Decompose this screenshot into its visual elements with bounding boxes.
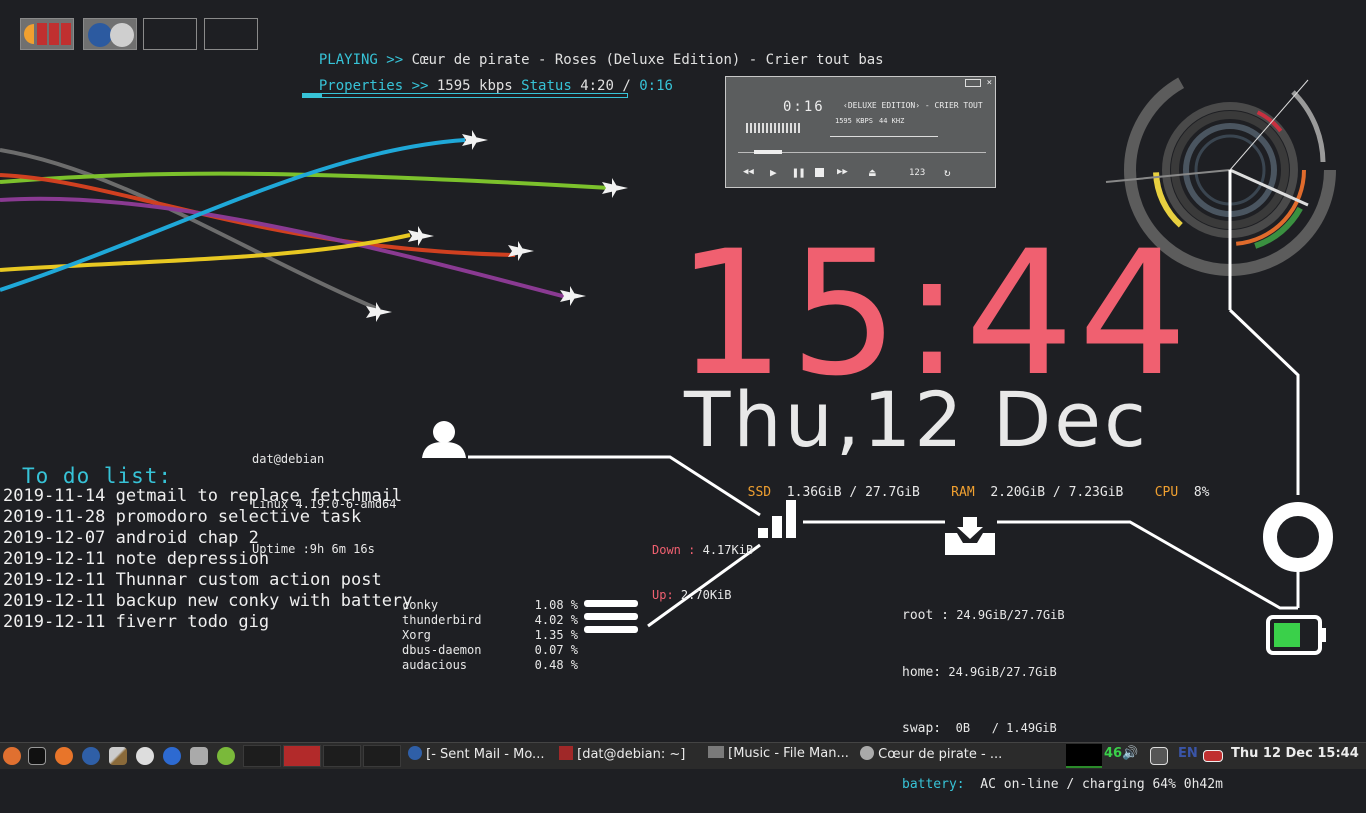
keyboard-layout[interactable]: EN: [1178, 746, 1198, 766]
brush-icon[interactable]: [109, 747, 127, 765]
todo-item: 2019-11-14 getmail to replace fetchmail: [3, 486, 403, 506]
process-cpu: 1.35 %: [534, 628, 578, 642]
folder-icon: [708, 746, 724, 758]
network-monitor-icon[interactable]: [1150, 747, 1168, 765]
pager-workspace-4[interactable]: [363, 745, 401, 767]
process-row: thunderbird 4.02 %: [402, 613, 578, 628]
todo-item: 2019-12-07 android chap 2: [3, 528, 259, 548]
bluetooth-icon[interactable]: [163, 747, 181, 765]
volume-icon[interactable]: 🔊: [1122, 746, 1138, 766]
todo-list: 2019-11-14 getmail to replace fetchmail 2…: [3, 486, 412, 633]
process-row: dbus-daemon 0.07 %: [402, 643, 578, 658]
task-file-manager[interactable]: [Music - File Man...: [708, 746, 849, 766]
pager-workspace-1[interactable]: [243, 745, 281, 767]
process-name: dbus-daemon: [402, 643, 482, 657]
download-tray-icon: [945, 517, 995, 555]
battery-icon: [1266, 615, 1326, 655]
cpu-graph: [1066, 744, 1102, 768]
todo-item: 2019-12-11 note depression: [3, 549, 270, 569]
android-icon[interactable]: [217, 747, 235, 765]
task-audacious[interactable]: Cœur de pirate - ...: [860, 746, 1002, 766]
thunderbird-icon: [408, 746, 422, 760]
taskbar-clock[interactable]: Thu 12 Dec 15:44: [1231, 746, 1359, 766]
todo-item: 2019-12-11 Thunnar custom action post: [3, 570, 382, 590]
process-row: audacious 0.48 %: [402, 658, 578, 673]
process-cpu: 1.08 %: [534, 598, 578, 612]
signal-bars-icon: [758, 500, 796, 538]
task-terminal[interactable]: [dat@debian: ~]: [559, 746, 685, 766]
todo-item: 2019-12-11 backup new conky with battery: [3, 591, 413, 611]
audacious-icon: [860, 746, 874, 760]
process-name: audacious: [402, 658, 468, 672]
terminal-icon: [559, 746, 573, 760]
volume-level: 46: [1104, 746, 1123, 761]
disk-info: root : 24.9GiB/27.7GiB home: 24.9GiB/27.…: [902, 608, 1223, 792]
process-row: conky 1.08 %: [402, 598, 578, 613]
process-cpu: 0.48 %: [534, 658, 578, 672]
tasks-icon[interactable]: [136, 747, 154, 765]
terminal-icon[interactable]: [28, 747, 46, 765]
thunderbird-icon[interactable]: [82, 747, 100, 765]
debian-menu-icon[interactable]: [3, 747, 21, 765]
network-info: Down : 4.17KiB Up: 2.70KiB: [652, 543, 754, 602]
todo-title: To do list:: [22, 464, 173, 488]
pager-workspace-2[interactable]: [283, 745, 321, 767]
todo-item: 2019-11-28 promodoro selective task: [3, 507, 362, 527]
process-list: conky 1.08 % thunderbird 4.02 % Xorg 1.35 % db…: [402, 598, 578, 673]
process-cpu: 4.02 %: [534, 613, 578, 627]
task-sent-mail[interactable]: [- Sent Mail - Mo...: [408, 746, 544, 766]
process-row: Xorg 1.35 %: [402, 628, 578, 643]
firefox-icon[interactable]: [55, 747, 73, 765]
battery-tray-icon[interactable]: [1203, 750, 1223, 762]
process-cpu: 0.07 %: [534, 643, 578, 657]
todo-item: 2019-12-11 fiverr todo gig: [3, 612, 270, 632]
pager-workspace-3[interactable]: [323, 745, 361, 767]
process-name: thunderbird: [402, 613, 482, 627]
elephant-icon[interactable]: [190, 747, 208, 765]
taskbar: [- Sent Mail - Mo... [dat@debian: ~] [Mu…: [0, 742, 1366, 769]
menu-bars-icon: [584, 600, 638, 633]
